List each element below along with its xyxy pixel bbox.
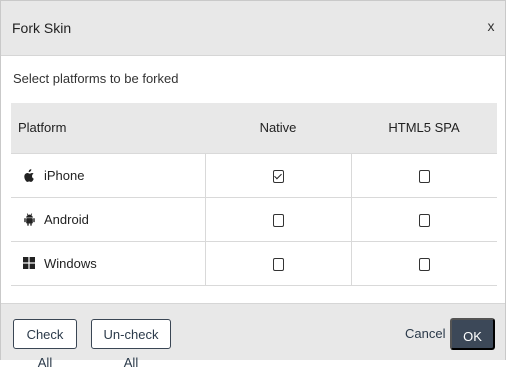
checkbox-windows-native[interactable]: [272, 257, 284, 271]
android-icon: [23, 212, 35, 226]
platform-name: iPhone: [44, 167, 85, 183]
column-header-platform: Platform: [11, 103, 205, 153]
platform-cell: iPhone: [11, 152, 205, 197]
checkbox-android-native[interactable]: [272, 213, 284, 227]
platform-name: Windows: [44, 255, 97, 271]
uncheck-all-button[interactable]: Un-check All: [91, 319, 171, 370]
checkbox-iphone-html5[interactable]: [418, 169, 430, 183]
instruction-text: Select platforms to be forked: [13, 71, 179, 86]
table-row-android: Android: [11, 196, 497, 241]
check-all-button[interactable]: Check All: [13, 319, 77, 370]
platform-name: Android: [44, 211, 89, 227]
platform-table: Platform Native HTML5 SPA iPhone Android…: [11, 103, 497, 286]
checkbox-windows-html5[interactable]: [418, 257, 430, 271]
close-icon[interactable]: x: [485, 18, 497, 34]
native-cell: [204, 152, 351, 197]
native-cell: [204, 240, 351, 286]
platform-cell: Android: [11, 196, 205, 241]
checkbox-iphone-native[interactable]: [272, 169, 284, 183]
column-header-html5-spa: HTML5 SPA: [351, 103, 497, 153]
html5-cell: [350, 240, 497, 286]
html5-cell: [350, 152, 497, 197]
html5-cell: [350, 196, 497, 241]
table-row-iphone: iPhone: [11, 152, 497, 197]
checkbox-android-html5[interactable]: [418, 213, 430, 227]
platform-cell: Windows: [11, 240, 205, 286]
native-cell: [204, 196, 351, 241]
dialog-footer: Check All Un-check All Cancel OK: [1, 303, 505, 370]
windows-icon: [23, 256, 35, 270]
column-header-native: Native: [205, 103, 351, 153]
table-row-windows: Windows: [11, 240, 497, 286]
dialog-title: Fork Skin: [12, 20, 72, 36]
fork-skin-dialog: Fork Skin x Select platforms to be forke…: [0, 0, 506, 370]
dialog-header: Fork Skin x: [1, 1, 505, 56]
cancel-button[interactable]: Cancel: [399, 319, 445, 349]
ok-button[interactable]: OK: [450, 318, 495, 350]
table-header-row: Platform Native HTML5 SPA: [11, 103, 497, 153]
apple-icon: [23, 168, 35, 182]
